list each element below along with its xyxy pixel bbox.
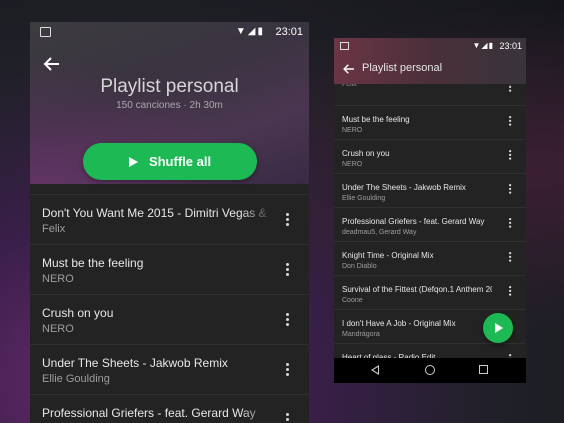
signal-icons: ▼◢▮	[472, 41, 494, 50]
track-artist: Ellie Goulding	[42, 373, 110, 385]
track-row[interactable]: Professional Griefers - feat. Gerard Way…	[30, 394, 309, 423]
track-row[interactable]: Crush on you NERO	[30, 294, 309, 344]
track-title: Must be the feeling	[342, 115, 410, 124]
track-title: Must be the feeling	[42, 256, 144, 270]
more-vert-icon[interactable]	[286, 263, 290, 278]
shuffle-all-label: Shuffle all	[148, 154, 212, 169]
more-vert-icon[interactable]	[286, 363, 290, 378]
track-artist: Don Diablo	[342, 263, 377, 270]
track-title: Under The Sheets - Jakwob Remix	[342, 183, 466, 192]
track-title: Crush on you	[342, 149, 390, 158]
track-row[interactable]: Professional Griefers - feat. Gerard Way…	[334, 208, 526, 242]
gallery-notification-icon	[340, 42, 349, 50]
gallery-notification-icon	[40, 27, 51, 37]
track-artist: Mandrágora	[342, 331, 380, 338]
track-title: Professional Griefers - feat. Gerard Way	[42, 406, 256, 420]
track-list: Don't You Want Me 2015 - Dimitri Vegas &…	[30, 194, 309, 423]
track-row[interactable]: Must be the feeling NERO	[30, 244, 309, 294]
track-artist: NERO	[42, 323, 74, 335]
track-title: Crush on you	[42, 306, 114, 320]
play-fab-button[interactable]	[483, 313, 513, 343]
track-title: Knight Time - Original Mix	[342, 251, 434, 260]
toolbar-title: Playlist personal	[362, 62, 443, 74]
more-vert-icon[interactable]	[509, 218, 512, 229]
more-vert-icon[interactable]	[509, 286, 512, 297]
track-row[interactable]: Must be the feeling NERO	[334, 106, 526, 140]
track-artist: NERO	[342, 127, 363, 134]
play-icon	[128, 156, 138, 167]
nav-home-icon[interactable]	[425, 365, 435, 375]
arrow-left-icon[interactable]	[42, 54, 62, 74]
status-time: 23:01	[275, 26, 303, 38]
track-artist: deadmau5, Gerard Way	[342, 229, 417, 236]
track-artist: Coone	[342, 297, 363, 304]
track-artist: NERO	[342, 161, 363, 168]
track-row[interactable]: Under The Sheets - Jakwob Remix Ellie Gou…	[30, 344, 309, 394]
more-vert-icon[interactable]	[509, 150, 512, 161]
track-title: Under The Sheets - Jakwob Remix	[42, 356, 228, 370]
more-vert-icon[interactable]	[509, 184, 512, 195]
status-bar: ▼◢▮ 23:01	[30, 22, 309, 42]
playlist-subtitle: 150 canciones · 2h 30m	[116, 100, 223, 111]
track-title: I don't Have A Job - Original Mix	[342, 319, 456, 328]
page-title: Playlist personal	[100, 76, 239, 97]
track-title: Don't You Want Me 2015 - Dimitri Vegas &…	[42, 206, 267, 220]
track-row[interactable]: Under The Sheets - Jakwob Remix Ellie Gou…	[334, 174, 526, 208]
status-bar: ▼◢▮ 23:01	[334, 38, 526, 54]
track-artist: Ellie Goulding	[342, 195, 386, 202]
signal-icons: ▼◢▮	[235, 26, 265, 37]
track-row[interactable]: Don't You Want Me 2015 - Dimitri Vegas &…	[30, 194, 309, 244]
nav-back-icon[interactable]	[371, 365, 379, 375]
play-icon	[495, 323, 503, 333]
track-artist: Felix	[42, 223, 66, 235]
more-vert-icon[interactable]	[286, 413, 290, 423]
navigation-bar	[334, 358, 526, 383]
track-title: Professional Griefers - feat. Gerard Way	[342, 217, 485, 226]
arrow-left-icon[interactable]	[342, 62, 356, 76]
shuffle-all-button[interactable]: Shuffle all	[83, 143, 257, 180]
phone-main-screen: ▼◢▮ 23:01 Playlist personal 150 cancione…	[30, 22, 309, 423]
more-vert-icon[interactable]	[286, 313, 290, 328]
track-row[interactable]: Crush on you NERO	[334, 140, 526, 174]
more-vert-icon[interactable]	[286, 213, 290, 228]
more-vert-icon[interactable]	[509, 116, 512, 127]
toolbar: ▼◢▮ 23:01 Playlist personal	[334, 38, 526, 84]
more-vert-icon[interactable]	[509, 252, 512, 263]
track-artist: NERO	[42, 273, 74, 285]
track-row[interactable]: Survival of the Fittest (Defqon.1 Anthem…	[334, 276, 526, 310]
nav-recent-icon[interactable]	[479, 365, 488, 374]
status-time: 23:01	[499, 41, 522, 51]
track-title: Survival of the Fittest (Defqon.1 Anthem…	[342, 285, 492, 294]
phone-scrolled-screen: Don't You Want Me 2015 - Dimitri VegasFe…	[334, 38, 526, 383]
track-row[interactable]: Knight Time - Original Mix Don Diablo	[334, 242, 526, 276]
